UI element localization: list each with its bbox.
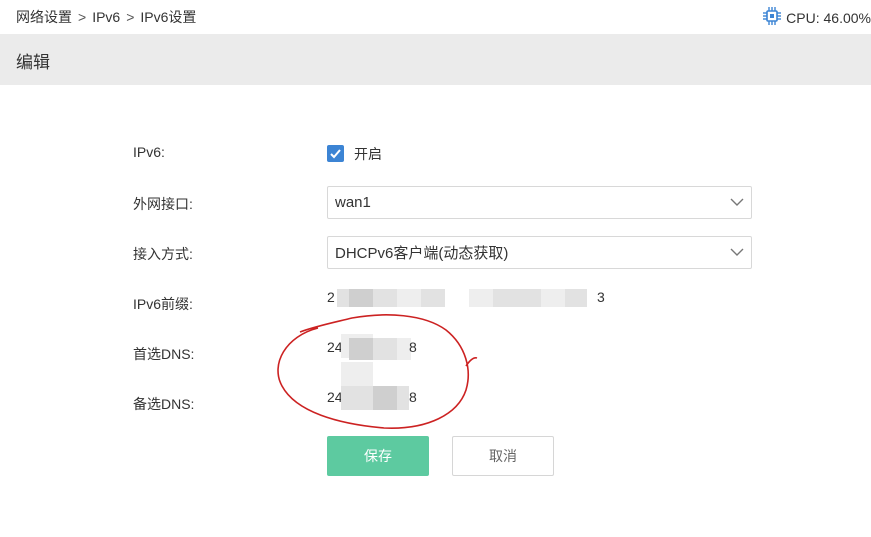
primary-dns-label: 首选DNS: <box>133 346 195 362</box>
edit-title: 编辑 <box>16 53 50 72</box>
redaction-block <box>341 386 373 410</box>
breadcrumb-item-network-settings[interactable]: 网络设置 <box>16 7 72 27</box>
redaction-block <box>337 289 349 307</box>
redaction-block <box>493 289 541 307</box>
redaction-block <box>349 289 373 307</box>
cancel-button[interactable]: 取消 <box>452 436 554 476</box>
wan-interface-value: wan1 <box>335 194 371 211</box>
wan-interface-select[interactable]: wan1 <box>327 186 752 219</box>
ipv6-prefix-start: 2 <box>327 289 335 305</box>
redaction-block <box>541 289 565 307</box>
breadcrumb: 网络设置 > IPv6 > IPv6设置 <box>16 7 196 27</box>
access-mode-select[interactable]: DHCPv6客户端(动态获取) <box>327 236 752 269</box>
redaction-block <box>397 386 409 410</box>
breadcrumb-item-ipv6-settings: IPv6设置 <box>140 9 197 25</box>
access-mode-value: DHCPv6客户端(动态获取) <box>335 245 509 262</box>
top-bar: 网络设置 > IPv6 > IPv6设置 CPU: 46.00% <box>0 0 871 33</box>
redaction-block <box>373 338 397 360</box>
chevron-down-icon <box>730 248 744 256</box>
redaction-block <box>349 338 373 360</box>
redaction-block <box>565 289 587 307</box>
secondary-dns-end: 8 <box>409 389 417 405</box>
redaction-block <box>421 289 445 307</box>
breadcrumb-separator: > <box>78 9 87 25</box>
wan-interface-label: 外网接口: <box>133 196 193 212</box>
ipv6-prefix-end: 3 <box>597 289 605 305</box>
ipv6-prefix-label: IPv6前缀: <box>133 296 193 312</box>
save-button[interactable]: 保存 <box>327 436 429 476</box>
breadcrumb-separator: > <box>126 9 135 25</box>
edit-header: 编辑 <box>0 34 871 85</box>
cpu-usage-text: CPU: 46.00% <box>786 9 871 26</box>
redaction-block <box>397 289 421 307</box>
redaction-block <box>469 289 493 307</box>
ipv6-enable-checkbox[interactable] <box>327 145 344 162</box>
cpu-chip-icon <box>762 6 782 29</box>
ipv6-enable-label[interactable]: 开启 <box>354 144 382 164</box>
checkmark-icon <box>330 149 341 159</box>
redaction-block <box>341 362 373 386</box>
cpu-usage: CPU: 46.00% <box>762 6 871 29</box>
access-mode-label: 接入方式: <box>133 246 193 262</box>
redaction-block <box>373 289 397 307</box>
redaction-block <box>373 386 397 410</box>
chevron-down-icon <box>730 198 744 206</box>
ipv6-label: IPv6: <box>133 144 165 160</box>
primary-dns-end: 8 <box>409 339 417 355</box>
breadcrumb-item-ipv6[interactable]: IPv6 <box>92 9 120 25</box>
secondary-dns-label: 备选DNS: <box>133 396 195 412</box>
